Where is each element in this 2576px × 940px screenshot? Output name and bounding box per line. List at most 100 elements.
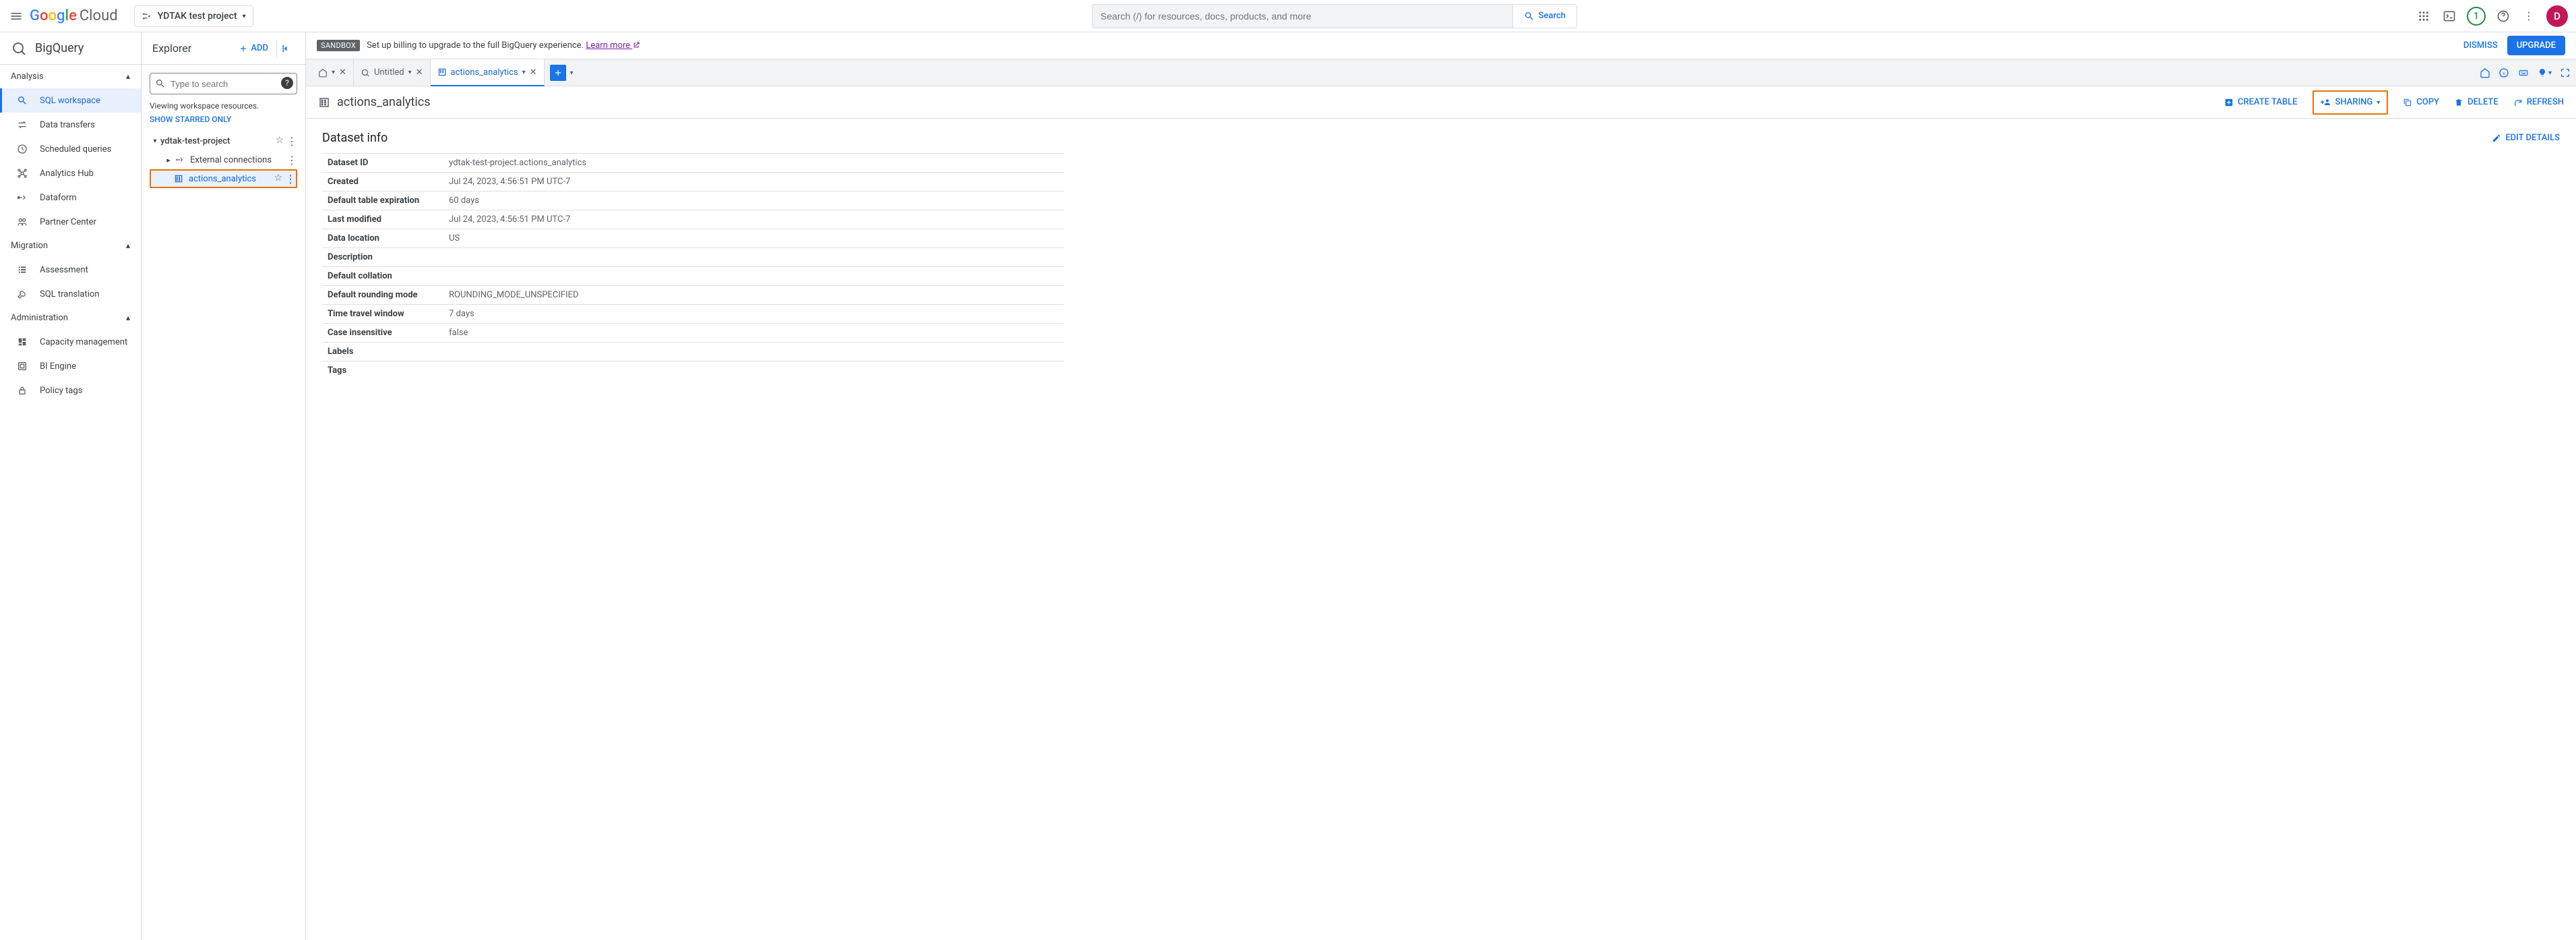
sandbox-banner: SANDBOX Set up billing to upgrade to the…: [306, 32, 2576, 59]
info-icon[interactable]: [2498, 67, 2509, 78]
delete-button[interactable]: DELETE: [2454, 97, 2498, 107]
tab-strip: ✕ Untitled ✕ actions_analytics ✕: [306, 59, 2576, 86]
clock-icon: [16, 142, 29, 156]
nav-item-policy-tags[interactable]: Policy tags: [0, 378, 141, 403]
table-row: Tags: [322, 361, 1064, 380]
show-starred-button[interactable]: SHOW STARRED ONLY: [150, 115, 231, 124]
dataset-icon: [437, 67, 447, 77]
more-icon[interactable]: [286, 154, 297, 167]
list-icon: [16, 263, 29, 276]
wrench-icon: [16, 287, 29, 301]
more-icon[interactable]: [285, 173, 296, 185]
fullscreen-icon[interactable]: [2560, 67, 2571, 78]
nav-section-migration[interactable]: Migration: [0, 234, 141, 258]
tree-dataset-row[interactable]: actions_analytics: [150, 169, 297, 188]
search-icon: [16, 94, 29, 107]
help-icon[interactable]: [2495, 8, 2511, 24]
refresh-icon: [2513, 98, 2523, 107]
copy-button[interactable]: COPY: [2403, 97, 2439, 107]
lock-icon: [16, 384, 29, 397]
keyboard-icon[interactable]: [2517, 68, 2529, 78]
person-add-icon: [2321, 97, 2331, 108]
add-button[interactable]: ADD: [239, 43, 268, 53]
nav-item-dataform[interactable]: Dataform: [0, 185, 141, 210]
search-help-icon[interactable]: ?: [281, 77, 293, 89]
nav-section-analysis[interactable]: Analysis: [0, 65, 141, 88]
nav-item-data-transfers[interactable]: Data transfers: [0, 113, 141, 137]
close-icon[interactable]: ✕: [416, 67, 423, 78]
search-icon: [155, 78, 166, 89]
table-row: Default collation: [322, 267, 1064, 286]
close-icon[interactable]: ✕: [530, 67, 537, 78]
apps-icon[interactable]: [2416, 8, 2432, 24]
explorer-title: Explorer: [152, 42, 191, 55]
transfer-icon: [16, 118, 29, 131]
gcp-logo[interactable]: Google Cloud: [30, 7, 118, 24]
nav-item-scheduled-queries[interactable]: Scheduled queries: [0, 137, 141, 161]
table-row: Case insensitivefalse: [322, 324, 1064, 343]
upgrade-button[interactable]: UPGRADE: [2507, 36, 2565, 55]
dashboard-icon: [16, 335, 29, 349]
edit-details-button[interactable]: EDIT DETAILS: [2492, 133, 2560, 143]
dismiss-button[interactable]: DISMISS: [2463, 40, 2498, 51]
table-row: Time travel window7 days: [322, 305, 1064, 324]
query-icon: [361, 68, 370, 78]
explorer-search-input[interactable]: [150, 73, 297, 94]
learn-more-link[interactable]: Learn more: [586, 40, 640, 51]
project-picker[interactable]: YDTAK test project: [134, 5, 253, 27]
table-row: Default rounding modeROUNDING_MODE_UNSPE…: [322, 286, 1064, 305]
close-icon[interactable]: ✕: [339, 67, 346, 78]
more-icon[interactable]: [2521, 8, 2537, 24]
nav-item-capacity-management[interactable]: Capacity management: [0, 330, 141, 354]
nav-item-sql-workspace[interactable]: SQL workspace: [0, 88, 141, 113]
refresh-button[interactable]: REFRESH: [2513, 97, 2564, 107]
external-link-icon: [632, 41, 640, 49]
hamburger-menu-icon[interactable]: [8, 8, 24, 24]
nav-item-analytics-hub[interactable]: Analytics Hub: [0, 161, 141, 185]
nav-item-sql-translation[interactable]: SQL translation: [0, 282, 141, 306]
nav-item-partner-center[interactable]: Partner Center: [0, 210, 141, 234]
connection-icon: [174, 155, 186, 165]
project-name: YDTAK test project: [158, 11, 237, 22]
tab-untitled[interactable]: Untitled ✕: [354, 59, 431, 86]
plus-box-icon: [2224, 98, 2234, 107]
home-shortcut-icon[interactable]: [2480, 67, 2490, 78]
search-icon: [1524, 11, 1535, 22]
table-row: CreatedJul 24, 2023, 4:56:51 PM UTC-7: [322, 173, 1064, 192]
nav-item-bi-engine[interactable]: BI Engine: [0, 354, 141, 378]
tree-project-row[interactable]: ydtak-test-project: [150, 131, 297, 150]
new-tab-dropdown[interactable]: [570, 67, 574, 78]
viewing-text: Viewing workspace resources.: [150, 101, 297, 111]
hub-icon: [16, 167, 29, 180]
search-input[interactable]: [1093, 5, 1512, 28]
star-icon[interactable]: [274, 173, 282, 185]
avatar[interactable]: D: [2546, 5, 2568, 27]
new-tab-button[interactable]: [550, 65, 566, 81]
dataform-icon: [16, 191, 29, 204]
content-area: SANDBOX Set up billing to upgrade to the…: [306, 32, 2576, 940]
more-icon[interactable]: [286, 135, 297, 148]
sandbox-badge: SANDBOX: [317, 40, 360, 51]
nav-section-administration[interactable]: Administration: [0, 306, 141, 330]
collapse-panel-button[interactable]: [276, 40, 295, 57]
dataset-icon: [318, 96, 330, 109]
free-trial-badge[interactable]: 1: [2467, 7, 2486, 26]
table-row: Labels: [322, 343, 1064, 361]
lightbulb-icon[interactable]: [2538, 67, 2552, 78]
banner-text: Set up billing to upgrade to the full Bi…: [367, 40, 640, 51]
chevron-down-icon: [332, 69, 335, 76]
cloud-shell-icon[interactable]: [2441, 8, 2457, 24]
detail-toolbar: actions_analytics CREATE TABLE SHARING C…: [306, 86, 2576, 119]
search-button[interactable]: Search: [1512, 5, 1576, 28]
table-row: Default table expiration60 days: [322, 192, 1064, 210]
tab-dataset[interactable]: actions_analytics ✕: [431, 59, 545, 86]
nav-item-assessment[interactable]: Assessment: [0, 258, 141, 282]
tree-external-connections[interactable]: External connections: [150, 150, 297, 169]
star-icon[interactable]: [275, 135, 284, 148]
create-table-button[interactable]: CREATE TABLE: [2224, 97, 2298, 107]
sharing-button[interactable]: SHARING: [2312, 90, 2389, 115]
partner-icon: [16, 215, 29, 229]
section-title: Dataset info: [322, 131, 388, 145]
bigquery-icon: [11, 40, 27, 57]
tab-home[interactable]: ✕: [311, 59, 354, 86]
